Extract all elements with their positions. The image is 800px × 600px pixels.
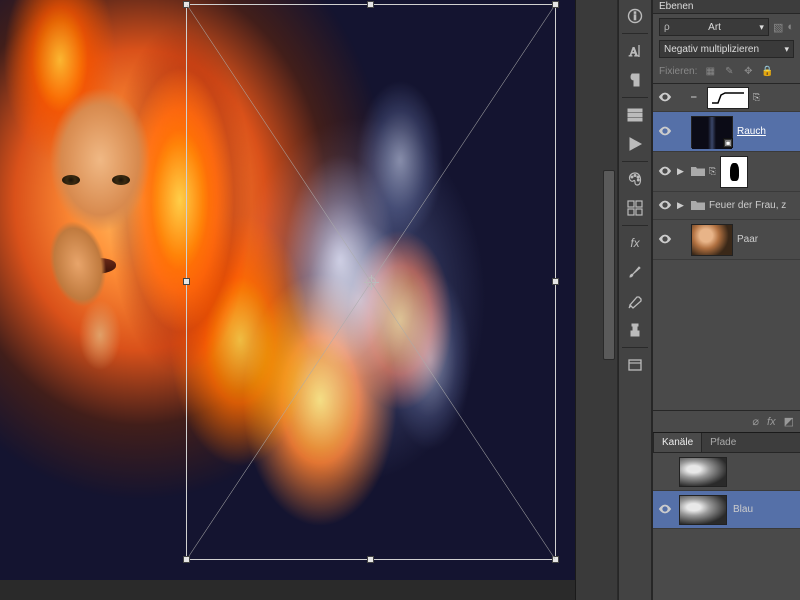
scrollbar-thumb[interactable] xyxy=(603,170,615,360)
layer-row-paar[interactable]: Paar xyxy=(653,220,800,260)
layer-mask-link-icon[interactable]: ⎘ xyxy=(753,92,760,103)
layers-list: ⎯ ⎘ ▣ Rauch ▶ ⎘ ▶ Feu xyxy=(653,83,800,432)
layer-thumbnail[interactable] xyxy=(691,224,733,256)
channel-name: Blau xyxy=(733,504,753,515)
layers-panel-title[interactable]: Ebenen xyxy=(653,0,800,14)
folder-icon xyxy=(691,165,705,179)
layer-fx-icon[interactable]: fx xyxy=(767,416,776,428)
visibility-eye-icon[interactable] xyxy=(657,90,673,105)
folder-icon xyxy=(691,199,705,213)
expand-triangle-icon[interactable]: ▶ xyxy=(677,200,687,211)
lock-transparency-icon[interactable]: ▦ xyxy=(702,64,718,79)
link-layers-icon[interactable]: ⌀ xyxy=(752,415,759,428)
properties-panel-icon[interactable] xyxy=(621,352,649,378)
channel-row-blau[interactable]: Blau xyxy=(653,491,800,529)
clone-source-icon[interactable] xyxy=(621,317,649,343)
smoke-overlay xyxy=(220,40,540,500)
layer-mask-link-icon[interactable]: ⎘ xyxy=(709,166,716,177)
paragraph-panel-icon[interactable] xyxy=(621,67,649,93)
blend-mode-value: Negativ multiplizieren xyxy=(664,44,759,55)
panel-divider[interactable] xyxy=(575,0,601,600)
filter-image-icon[interactable]: ▧ xyxy=(773,21,783,34)
layer-row-feuer-group[interactable]: ▶ Feuer der Frau, z xyxy=(653,192,800,220)
channel-row[interactable] xyxy=(653,453,800,491)
lock-position-icon[interactable]: ✥ xyxy=(740,64,756,79)
styles-fx-icon[interactable]: fx xyxy=(621,230,649,256)
layers-empty-area[interactable] xyxy=(653,260,800,410)
lock-all-icon[interactable]: 🔒 xyxy=(759,64,775,79)
channel-thumbnail[interactable] xyxy=(679,495,727,525)
layer-row-group-masked[interactable]: ▶ ⎘ xyxy=(653,152,800,192)
layer-filter-kind-label: Art xyxy=(708,22,721,33)
layer-filter-kind-dropdown[interactable]: ρ Art ▾ xyxy=(659,18,769,36)
visibility-eye-icon[interactable] xyxy=(657,124,673,139)
info-panel-icon[interactable] xyxy=(621,3,649,29)
filter-adjust-icon[interactable]: ◐ xyxy=(787,21,794,34)
channels-tabs: Kanäle Pfade xyxy=(653,433,800,453)
svg-text:A: A xyxy=(629,44,639,59)
layer-thumbnail[interactable]: ▣ xyxy=(691,116,733,148)
lock-pixels-icon[interactable]: ✎ xyxy=(721,64,737,79)
document-canvas[interactable] xyxy=(0,0,575,580)
visibility-eye-icon[interactable] xyxy=(657,164,673,179)
histogram-panel-icon[interactable] xyxy=(621,102,649,128)
actions-play-icon[interactable] xyxy=(621,131,649,157)
brush-settings-icon[interactable] xyxy=(621,288,649,314)
face-eye-right xyxy=(112,175,130,185)
layers-panel-footer: ⌀ fx ◩ xyxy=(653,410,800,432)
face-eye-left xyxy=(62,175,80,185)
add-mask-icon[interactable]: ◩ xyxy=(784,415,794,428)
visibility-eye-icon[interactable] xyxy=(657,198,673,213)
channels-panel: Kanäle Pfade Blau xyxy=(653,432,800,529)
layer-lock-row: Fixieren: ▦ ✎ ✥ 🔒 xyxy=(653,62,800,83)
canvas-composite-image xyxy=(0,0,575,580)
link-icon: ⎯ xyxy=(691,91,703,104)
right-panel-column: Ebenen ρ Art ▾ ▧ ◐ Negativ multipliziere… xyxy=(652,0,800,600)
swatches-panel-icon[interactable] xyxy=(621,166,649,192)
layer-name[interactable]: Rauch xyxy=(737,126,766,137)
layer-name[interactable]: Paar xyxy=(737,234,758,245)
smart-object-badge-icon: ▣ xyxy=(723,138,733,148)
tab-paths[interactable]: Pfade xyxy=(702,433,744,452)
adjustment-thumbnail[interactable] xyxy=(707,87,749,109)
collapsed-panels-strip: A fx xyxy=(618,0,652,600)
chevron-down-icon: ▾ xyxy=(759,22,764,33)
channel-thumbnail[interactable] xyxy=(679,457,727,487)
layer-row-rauch[interactable]: ▣ Rauch xyxy=(653,112,800,152)
visibility-eye-icon[interactable] xyxy=(657,232,673,247)
blend-mode-dropdown[interactable]: Negativ multiplizieren ▾ xyxy=(659,40,794,58)
tab-channels[interactable]: Kanäle xyxy=(653,433,702,452)
chevron-down-icon: ▾ xyxy=(784,44,789,55)
layer-row-adjustment[interactable]: ⎯ ⎘ xyxy=(653,84,800,112)
expand-triangle-icon[interactable]: ▶ xyxy=(677,166,687,177)
brush-panel-icon[interactable] xyxy=(621,259,649,285)
navigator-panel-icon[interactable] xyxy=(621,195,649,221)
layer-name[interactable]: Feuer der Frau, z xyxy=(709,200,786,211)
character-panel-icon[interactable]: A xyxy=(621,38,649,64)
lock-label: Fixieren: xyxy=(659,66,697,77)
vertical-scrollbar[interactable] xyxy=(601,0,617,600)
visibility-eye-icon[interactable] xyxy=(657,502,673,517)
layer-mask-thumbnail[interactable] xyxy=(720,156,748,188)
